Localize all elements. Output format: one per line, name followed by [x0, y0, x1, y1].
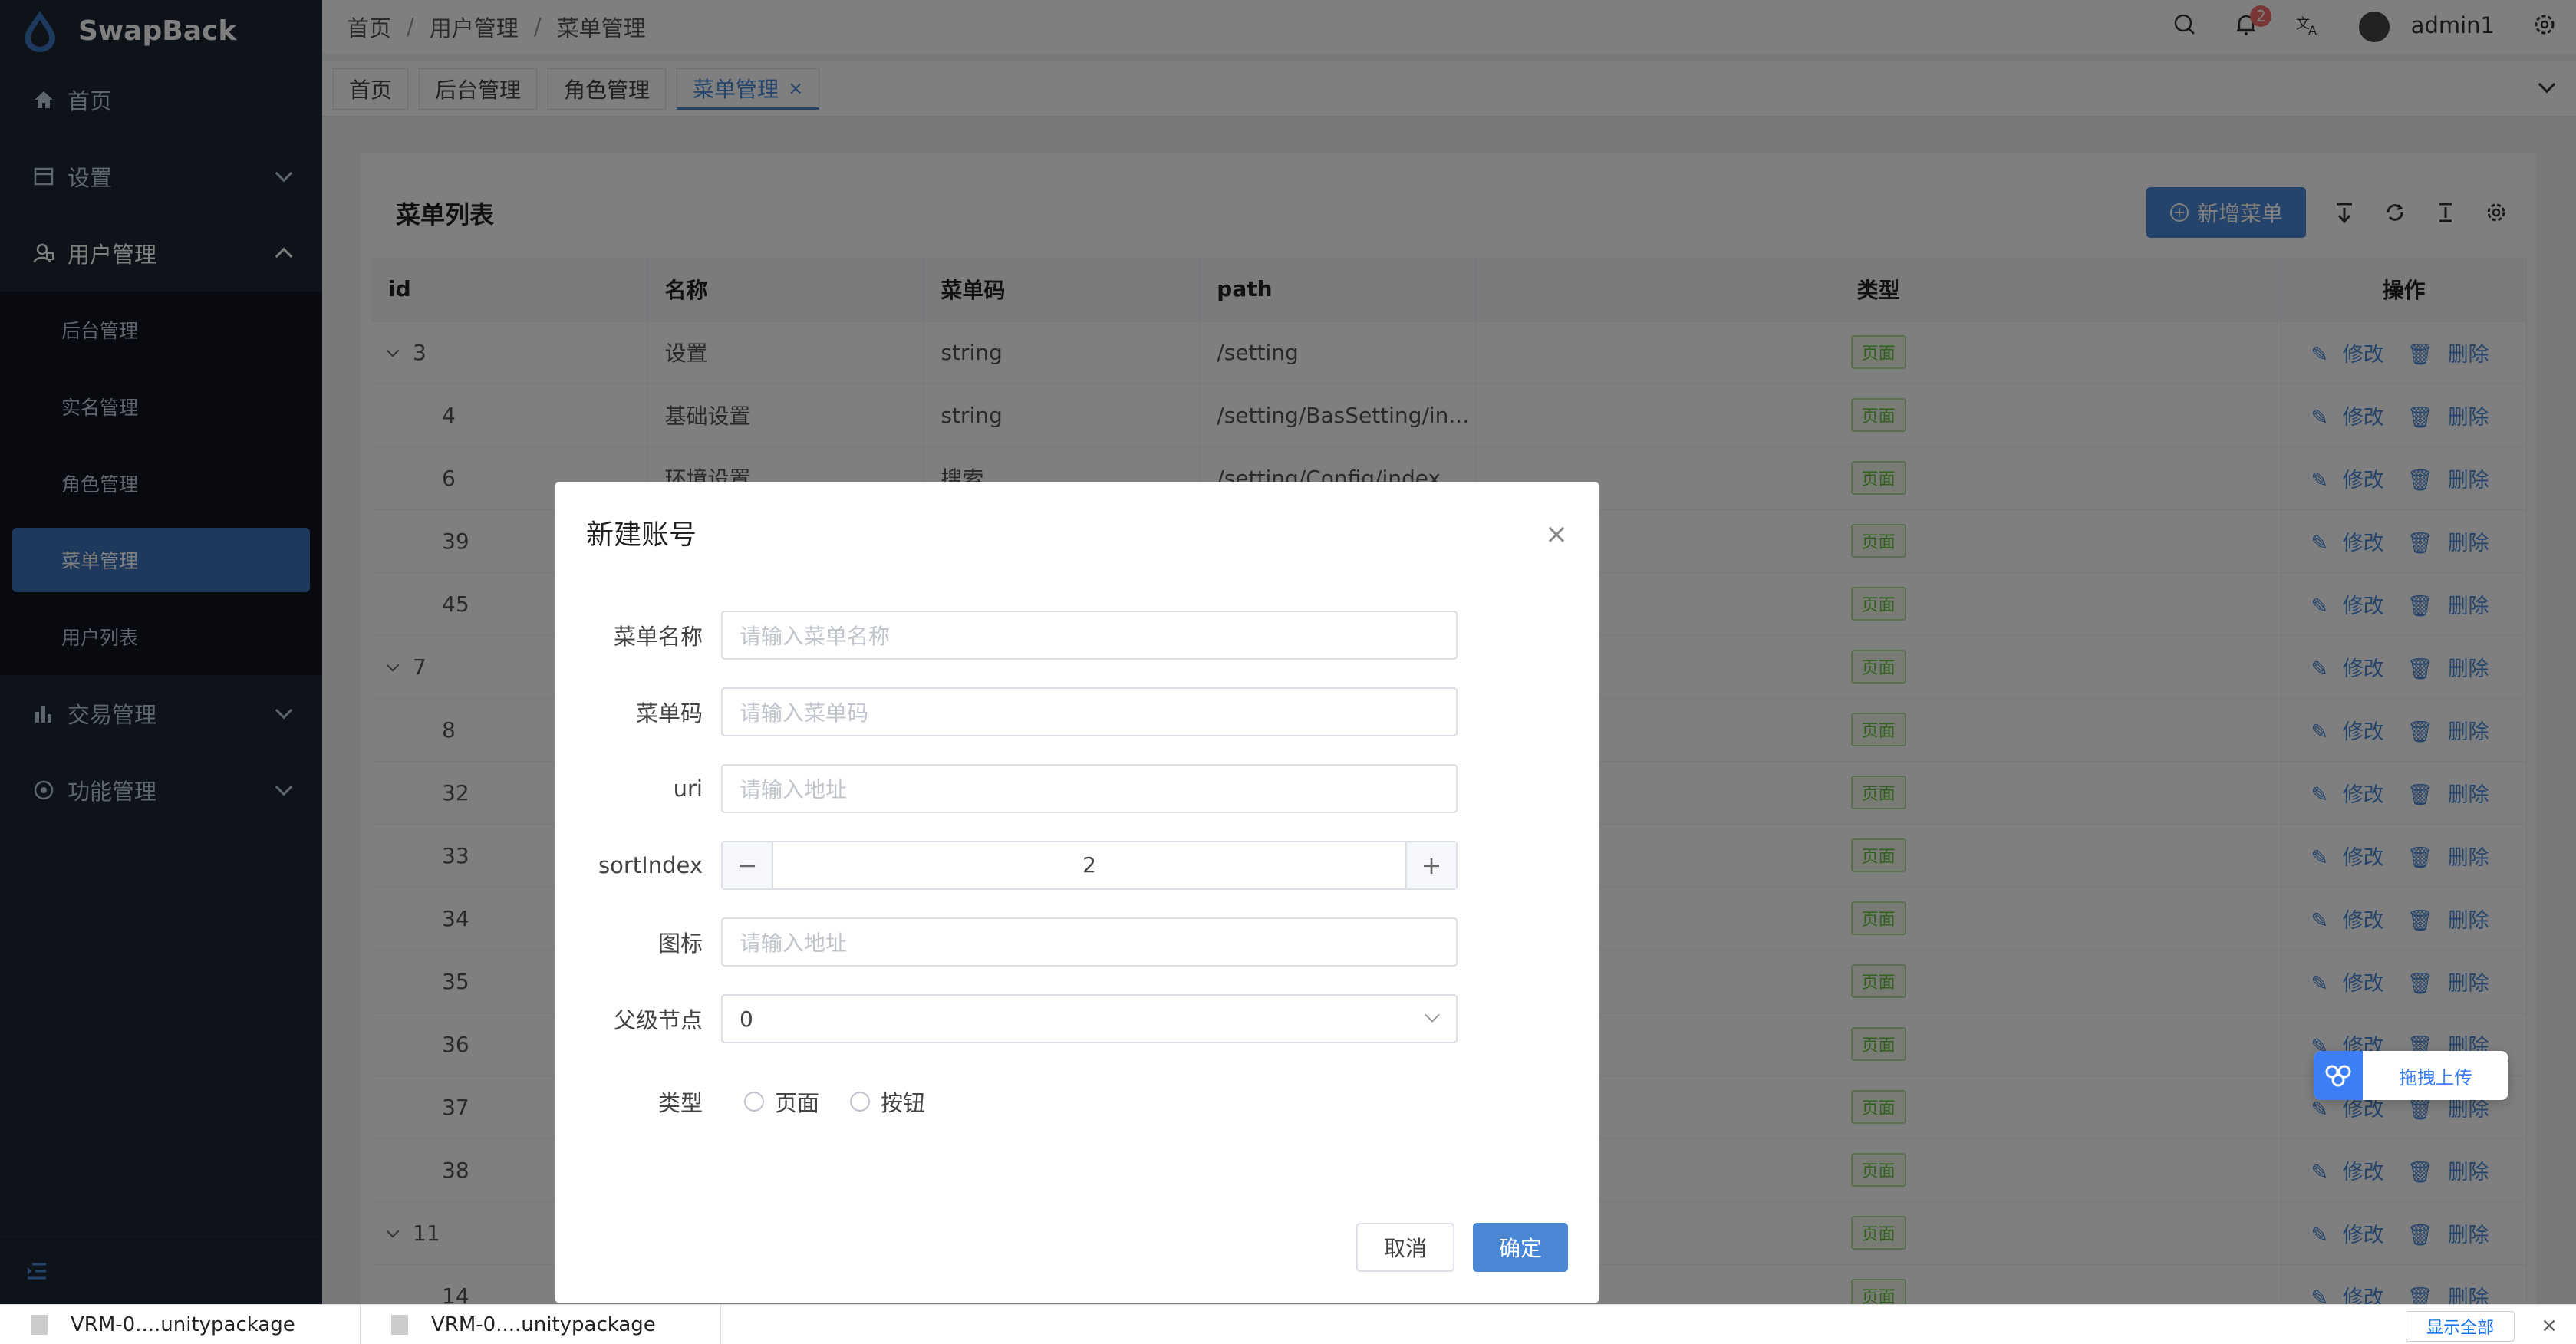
drag-upload-widget[interactable]: 拖拽上传	[2314, 1051, 2508, 1100]
form-row-type: 类型 页面 按钮	[555, 1077, 1599, 1126]
sort-index-stepper: − 2 +	[721, 841, 1458, 890]
cancel-button[interactable]: 取消	[1356, 1223, 1454, 1272]
icon-label: 图标	[657, 931, 703, 957]
confirm-button[interactable]: 确定	[1472, 1223, 1568, 1272]
uri-input[interactable]: 请输入地址	[721, 764, 1458, 813]
parent-node-select[interactable]: 0	[721, 994, 1458, 1043]
form-row-sort-index: sortIndex − 2 +	[555, 841, 1599, 890]
chevron-down-icon	[1425, 1007, 1440, 1023]
menu-name-label: 菜单名称	[613, 624, 703, 650]
cloud-upload-icon	[2314, 1051, 2363, 1100]
download-bar: VRM-0....unitypackage VRM-0....unitypack…	[0, 1304, 2576, 1344]
close-icon[interactable]: ×	[2541, 1314, 2558, 1337]
download-item[interactable]: VRM-0....unitypackage	[0, 1304, 361, 1344]
radio-circle	[850, 1092, 871, 1112]
form-row-icon: 图标 请输入地址	[555, 917, 1599, 967]
upload-label: 拖拽上传	[2399, 1066, 2472, 1089]
form-row-parent-node: 父级节点 0	[555, 994, 1599, 1043]
dialog-footer: 取消 确定	[1356, 1223, 1568, 1272]
download-filename: VRM-0....unitypackage	[71, 1313, 295, 1336]
radio-label: 页面	[775, 1090, 820, 1116]
menu-code-input[interactable]: 请输入菜单码	[721, 687, 1458, 736]
download-filename: VRM-0....unitypackage	[431, 1313, 656, 1336]
increment-button[interactable]: +	[1407, 842, 1456, 888]
radio-label: 按钮	[881, 1090, 926, 1116]
download-item[interactable]: VRM-0....unitypackage	[361, 1304, 721, 1344]
file-icon	[31, 1314, 48, 1335]
menu-name-input[interactable]: 请输入菜单名称	[721, 611, 1458, 660]
sort-index-value[interactable]: 2	[772, 842, 1407, 888]
parent-node-value: 0	[740, 1006, 753, 1032]
show-all-downloads-button[interactable]: 显示全部	[2405, 1311, 2515, 1342]
form-row-uri: uri 请输入地址	[555, 764, 1599, 813]
parent-node-label: 父级节点	[613, 1007, 703, 1033]
form-row-menu-name: 菜单名称 请输入菜单名称	[555, 611, 1599, 660]
type-radio-button[interactable]: 按钮	[850, 1085, 925, 1118]
sort-index-label: sortIndex	[598, 852, 703, 878]
close-icon[interactable]: ×	[1545, 519, 1568, 550]
dialog-title: 新建账号	[586, 519, 697, 551]
uri-label: uri	[673, 776, 703, 802]
form-row-menu-code: 菜单码 请输入菜单码	[555, 687, 1599, 736]
menu-code-label: 菜单码	[635, 700, 703, 726]
new-account-dialog: 新建账号 × 菜单名称 请输入菜单名称 菜单码 请输入菜单码 uri 请输入地址…	[555, 482, 1599, 1303]
icon-input[interactable]: 请输入地址	[721, 917, 1458, 967]
type-radio-page[interactable]: 页面	[744, 1085, 819, 1118]
decrement-button[interactable]: −	[723, 842, 772, 888]
type-label: 类型	[657, 1090, 703, 1116]
file-icon	[391, 1314, 408, 1335]
radio-circle	[744, 1092, 764, 1112]
